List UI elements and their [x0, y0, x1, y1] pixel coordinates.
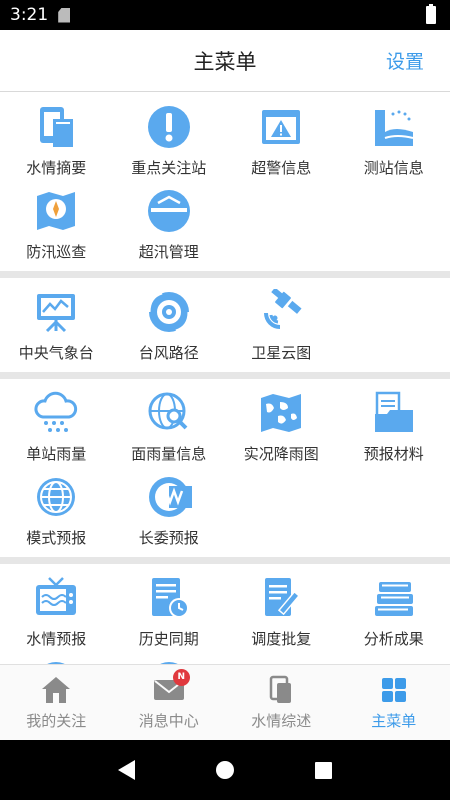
bottom-nav: 我的关注 N 消息中心 水情综述 主菜单 — [0, 664, 450, 740]
house-icon — [39, 675, 73, 705]
menu-item-label: 历史同期 — [138, 630, 199, 648]
menu-section-rainfall: 单站雨量 面雨量信息 实况降雨图 预报材料 模式预报 长委预报 — [0, 379, 450, 564]
nav-label: 我的关注 — [26, 711, 87, 730]
system-nav-bar — [0, 740, 450, 800]
exclamation-icon — [145, 103, 193, 151]
presentation-chart-icon — [32, 288, 80, 336]
menu-item-typhoon-path[interactable]: 台风路径 — [113, 284, 226, 368]
books-stack-icon — [370, 574, 418, 622]
menu-item-label: 超警信息 — [251, 159, 312, 177]
status-time: 3:21 — [10, 5, 49, 25]
document-clock-icon — [145, 574, 193, 622]
menu-section-water: 水情摘要 重点关注站 超警信息 测站信息 防汛巡查 超汛管理 — [0, 93, 450, 278]
menu-item-label: 预报材料 — [363, 445, 424, 463]
menu-item-label: 实况降雨图 — [243, 445, 319, 463]
page-title: 主菜单 — [193, 49, 257, 74]
menu-item-partial-2[interactable] — [113, 654, 226, 664]
world-map-icon — [257, 389, 305, 437]
menu-item-label: 模式预报 — [26, 529, 87, 547]
menu-item-dispatch-approval[interactable]: 调度批复 — [225, 570, 338, 654]
menu-item-satellite-cloud[interactable]: 卫星云图 — [225, 284, 338, 368]
menu-item-station-info[interactable]: 测站信息 — [338, 99, 450, 183]
menu-item-label: 防汛巡查 — [26, 243, 87, 261]
map-compass-icon — [32, 187, 80, 235]
rain-cloud-icon — [32, 389, 80, 437]
water-summary-icon — [32, 103, 80, 151]
nav-my-follow[interactable]: 我的关注 — [0, 665, 113, 740]
menu-item-partial-1[interactable] — [0, 654, 113, 664]
menu-item-label: 卫星云图 — [251, 344, 312, 362]
folder-document-icon — [370, 389, 418, 437]
menu-item-label: 测站信息 — [363, 159, 424, 177]
menu-item-label: 中央气象台 — [18, 344, 94, 362]
station-icon — [370, 103, 418, 151]
nav-main-menu[interactable]: 主菜单 — [338, 665, 450, 740]
flood-level-icon — [145, 187, 193, 235]
menu-item-label: 超汛管理 — [138, 243, 199, 261]
menu-section-weather: 中央气象台 台风路径 卫星云图 — [0, 278, 450, 379]
menu-item-alert-info[interactable]: 超警信息 — [225, 99, 338, 183]
menu-content[interactable]: 水情摘要 重点关注站 超警信息 测站信息 防汛巡查 超汛管理 中央气象台 台风路… — [0, 93, 450, 664]
menu-item-central-weather[interactable]: 中央气象台 — [0, 284, 113, 368]
menu-item-history-period[interactable]: 历史同期 — [113, 570, 226, 654]
menu-item-water-forecast[interactable]: 水情预报 — [0, 570, 113, 654]
app-header: 主菜单 设置 — [0, 30, 450, 92]
menu-section-forecast: 水情预报 历史同期 调度批复 分析成果 — [0, 564, 450, 664]
nav-message-center[interactable]: N 消息中心 — [113, 665, 226, 740]
nav-label: 水情综述 — [251, 711, 312, 730]
menu-item-model-forecast[interactable]: 模式预报 — [0, 469, 113, 553]
menu-item-forecast-material[interactable]: 预报材料 — [338, 385, 450, 469]
satellite-icon — [257, 288, 305, 336]
menu-item-label: 重点关注站 — [131, 159, 207, 177]
warning-window-icon — [257, 103, 305, 151]
recent-apps-icon[interactable] — [314, 761, 332, 779]
sd-card-icon — [58, 7, 71, 23]
cjw-logo-icon — [145, 473, 193, 521]
nav-label: 消息中心 — [138, 711, 199, 730]
menu-item-label: 长委预报 — [138, 529, 199, 547]
menu-item-water-summary[interactable]: 水情摘要 — [0, 99, 113, 183]
nav-water-overview[interactable]: 水情综述 — [225, 665, 338, 740]
unread-badge: N — [172, 668, 190, 686]
settings-button[interactable]: 设置 — [386, 47, 424, 74]
tv-wave-icon — [32, 574, 80, 622]
menu-item-flood-management[interactable]: 超汛管理 — [113, 183, 226, 267]
menu-item-label: 水情摘要 — [26, 159, 87, 177]
menu-item-cjw-forecast[interactable]: 长委预报 — [113, 469, 226, 553]
menu-item-analysis-results[interactable]: 分析成果 — [338, 570, 450, 654]
menu-item-label: 水情预报 — [26, 630, 87, 648]
menu-item-label: 单站雨量 — [26, 445, 87, 463]
mail-icon: N — [152, 668, 190, 705]
menu-item-label: 分析成果 — [363, 630, 424, 648]
menu-item-key-stations[interactable]: 重点关注站 — [113, 99, 226, 183]
menu-item-station-rainfall[interactable]: 单站雨量 — [0, 385, 113, 469]
globe-search-icon — [145, 389, 193, 437]
menu-item-label: 调度批复 — [251, 630, 312, 648]
document-copy-icon — [264, 675, 298, 705]
status-bar: 3:21 — [0, 0, 450, 30]
menu-item-live-rain-map[interactable]: 实况降雨图 — [225, 385, 338, 469]
document-pen-icon — [257, 574, 305, 622]
menu-item-flood-patrol[interactable]: 防汛巡查 — [0, 183, 113, 267]
grid-icon — [377, 675, 411, 705]
globe-icon — [32, 473, 80, 521]
nav-label: 主菜单 — [371, 711, 417, 730]
menu-item-area-rainfall[interactable]: 面雨量信息 — [113, 385, 226, 469]
home-icon[interactable] — [215, 761, 234, 779]
battery-icon — [426, 4, 436, 24]
menu-item-label: 面雨量信息 — [131, 445, 207, 463]
menu-item-label: 台风路径 — [138, 344, 199, 362]
back-icon[interactable] — [118, 760, 136, 780]
typhoon-icon — [145, 288, 193, 336]
